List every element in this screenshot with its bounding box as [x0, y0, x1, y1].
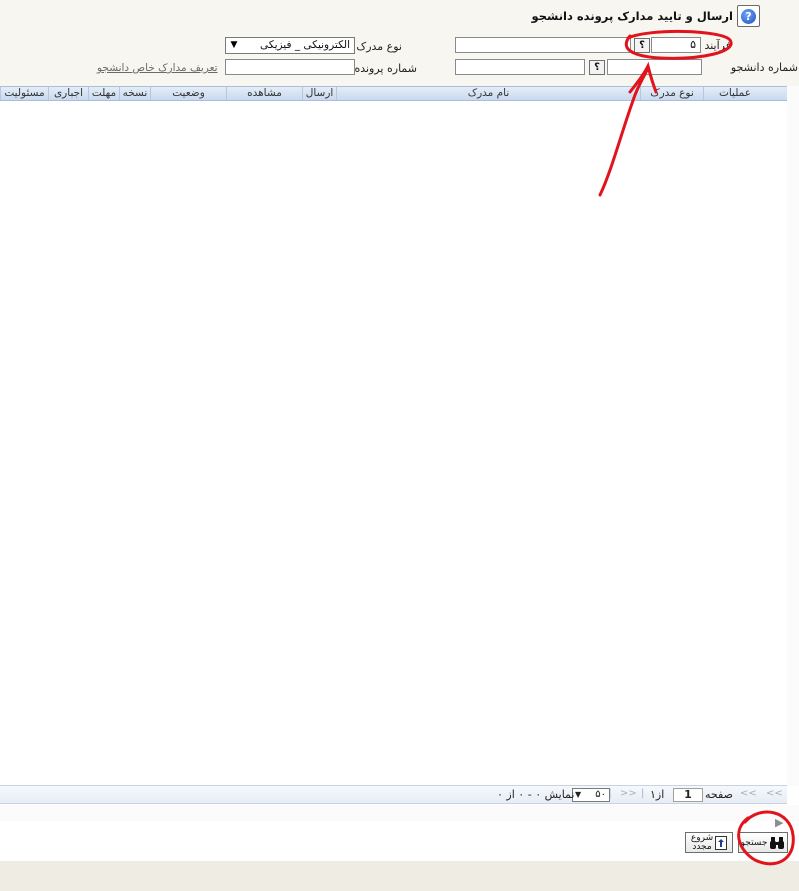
file-number-label: شماره پرونده — [354, 62, 417, 75]
first-page-icon[interactable]: << — [766, 788, 783, 799]
restart-label-line2: مجدد — [692, 841, 712, 852]
process-lookup-button[interactable]: ؟ — [634, 38, 650, 53]
column-send[interactable]: ارسال — [302, 87, 336, 100]
question-circle-icon: ? — [741, 8, 756, 24]
student-name-field — [455, 59, 585, 75]
prev-page-icon[interactable]: << — [740, 788, 757, 799]
scroll-strip — [787, 86, 799, 786]
bottom-bar — [0, 861, 799, 891]
grid-header: عملیات نوع مدرک نام مدرک ارسال مشاهده وض… — [0, 86, 787, 101]
define-student-docs-link[interactable]: تعریف مدارک خاص دانشجو — [97, 62, 218, 74]
column-doc-name[interactable]: نام مدرک — [336, 87, 640, 100]
page-of-label: از۱ — [650, 788, 665, 801]
column-operations[interactable]: عملیات — [703, 87, 766, 100]
page-number-input[interactable]: 1 — [673, 788, 703, 802]
page-size-value: ۵۰ — [595, 789, 606, 800]
restart-button[interactable]: شروع مجدد — [685, 832, 733, 853]
doc-type-select[interactable]: الکترونیکی _ فیزیکی ▼ — [225, 37, 355, 54]
student-number-label: شماره دانشجو — [730, 61, 798, 74]
play-icon[interactable]: ▶ — [775, 816, 783, 829]
student-number-input[interactable] — [607, 59, 702, 75]
lower-strip — [0, 805, 799, 821]
help-button[interactable]: ? — [737, 5, 760, 27]
divider-icon: | — [641, 788, 645, 799]
page-label: صفحه — [705, 788, 733, 801]
chevron-down-icon: ▼ — [230, 40, 238, 50]
column-responsibility[interactable]: مسئولیت — [0, 87, 48, 100]
next-page-icon[interactable]: >> — [620, 788, 637, 799]
restart-label-group: شروع مجدد — [691, 833, 713, 852]
column-version[interactable]: نسخه — [119, 87, 150, 100]
process-title-field — [455, 37, 631, 53]
page-size-select[interactable]: ۵۰ ▼ — [572, 788, 610, 802]
student-lookup-button[interactable]: ؟ — [589, 60, 605, 75]
binoculars-icon — [770, 836, 785, 849]
chevron-down-icon: ▼ — [575, 790, 582, 799]
grid-body — [0, 101, 787, 785]
search-button[interactable]: جستجو — [738, 832, 788, 853]
pager-bar: << << صفحه 1 از۱ | >> >| ۵۰ ▼ نمایش ۰ - … — [0, 785, 787, 804]
doc-type-label: نوع مدرک — [356, 40, 402, 53]
column-deadline[interactable]: مهلت — [88, 87, 119, 100]
column-mandatory[interactable]: اجباری — [48, 87, 88, 100]
page-title: ارسال و تایید مدارک پرونده دانشجو — [531, 9, 733, 23]
display-range-text: نمایش ۰ - ۰ از ۰ — [497, 788, 575, 801]
search-label: جستجو — [740, 837, 768, 848]
process-input[interactable]: ۵ — [651, 37, 701, 53]
process-label: فرآیند — [704, 39, 731, 52]
column-doc-type[interactable]: نوع مدرک — [640, 87, 703, 100]
doc-type-value: الکترونیکی _ فیزیکی — [260, 39, 350, 51]
restart-icon — [715, 835, 728, 850]
column-status[interactable]: وضعیت — [150, 87, 226, 100]
file-number-input[interactable] — [225, 59, 355, 75]
column-view[interactable]: مشاهده — [226, 87, 302, 100]
